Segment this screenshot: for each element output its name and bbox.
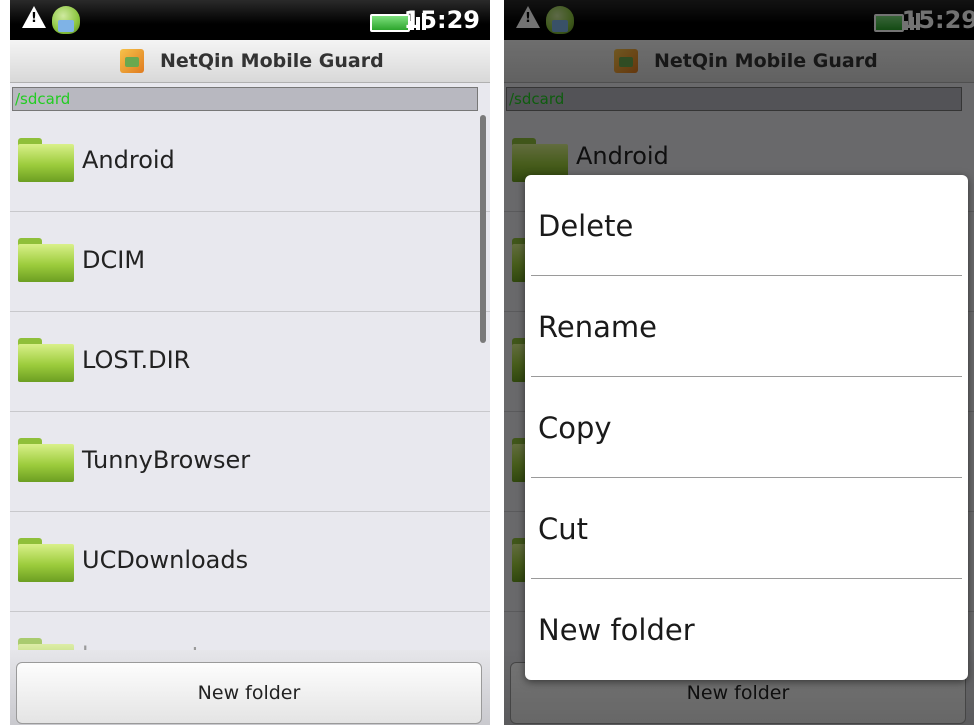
title-bar: NetQin Mobile Guard: [10, 40, 490, 83]
menu-item-rename[interactable]: Rename: [531, 276, 962, 377]
folder-name: Android: [82, 146, 175, 174]
folder-icon: [18, 238, 74, 282]
folder-name: DCIM: [82, 246, 146, 274]
clock: 15:29: [403, 6, 480, 34]
path-bar: /sdcard: [12, 87, 478, 111]
app-title: NetQin Mobile Guard: [160, 50, 384, 72]
folder-icon: [18, 138, 74, 182]
menu-item-label: New folder: [538, 613, 695, 647]
android-icon: [52, 6, 80, 34]
folder-name: TunnyBrowser: [82, 446, 251, 474]
menu-item-new-folder[interactable]: New folder: [531, 579, 962, 679]
menu-item-label: Cut: [538, 512, 588, 546]
context-menu: Delete Rename Copy Cut New folder: [525, 175, 968, 680]
folder-icon: [18, 538, 74, 582]
list-item[interactable]: TunnyBrowser: [10, 412, 490, 512]
list-item[interactable]: Android: [10, 112, 490, 212]
status-bar: ✕ 15:29: [10, 0, 490, 40]
folder-name: LOST.DIR: [82, 346, 191, 374]
folder-icon: [18, 438, 74, 482]
list-item[interactable]: LOST.DIR: [10, 312, 490, 412]
folder-name: UCDownloads: [82, 546, 249, 574]
list-item[interactable]: DCIM: [10, 212, 490, 312]
file-browser-screen: ✕ 15:29 NetQin Mobile Guard /sdcard Andr…: [10, 0, 490, 725]
folder-list: Android DCIM LOST.DIR TunnyBrowser UCDow…: [10, 112, 490, 712]
scrollbar[interactable]: [480, 115, 486, 343]
bottom-bar: New folder: [10, 650, 490, 725]
menu-item-label: Delete: [538, 209, 634, 243]
file-browser-screen-with-menu: ✕ 15:29 NetQin Mobile Guard /sdcard Andr…: [504, 0, 974, 725]
menu-item-cut[interactable]: Cut: [531, 478, 962, 579]
folder-icon: [18, 338, 74, 382]
list-item[interactable]: UCDownloads: [10, 512, 490, 612]
menu-item-copy[interactable]: Copy: [531, 377, 962, 478]
warning-icon: [22, 6, 46, 28]
new-folder-button[interactable]: New folder: [16, 662, 482, 724]
menu-item-delete[interactable]: Delete: [531, 175, 962, 276]
menu-item-label: Rename: [538, 310, 657, 344]
menu-item-label: Copy: [538, 411, 612, 445]
app-icon: [120, 49, 144, 73]
